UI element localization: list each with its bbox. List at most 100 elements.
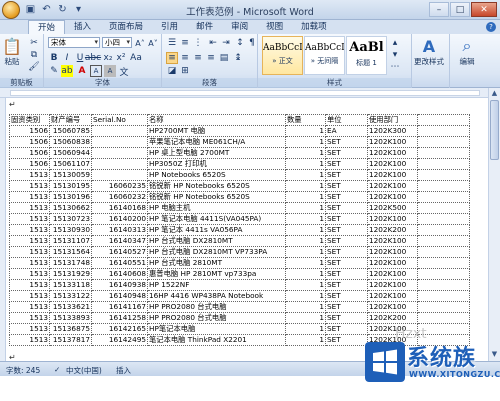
table-cell[interactable]: SET [325,290,368,302]
table-cell[interactable]: 笔记本电脑 ThinkPad X2201 [147,334,286,346]
table-cell[interactable]: 1 [285,147,326,159]
decrease-indent-icon[interactable]: ⇤ [207,37,219,49]
table-cell[interactable]: 1202K100 [367,213,418,225]
grow-font-icon[interactable]: A˄ [134,37,146,49]
horizontal-ruler[interactable] [0,88,500,98]
table-cell[interactable]: 苹果笔记本电脑 ME061CH/A [147,136,286,148]
table-cell[interactable]: SET [325,202,368,214]
table-cell-empty[interactable] [417,268,470,280]
table-cell-empty[interactable] [417,224,470,236]
copy-icon[interactable]: ⧉ [28,49,40,61]
tab-addins[interactable]: 加载项 [292,20,336,34]
table-cell[interactable]: 1 [285,290,326,302]
table-cell[interactable]: 1202K200 [367,224,418,236]
char-shading-icon[interactable]: A [104,65,116,77]
table-cell[interactable]: 15131929 [49,268,92,280]
table-cell[interactable]: 16140938 [91,279,148,291]
table-cell[interactable]: HP 桌上型电脑 2700MT [147,147,286,159]
table-cell[interactable]: 1202K100 [367,257,418,269]
table-cell-empty[interactable] [417,301,470,313]
table-cell[interactable]: 15133122 [49,290,92,302]
table-cell[interactable]: 1 [285,301,326,313]
insert-mode-indicator[interactable]: 插入 [116,365,131,376]
table-cell[interactable]: 1513 [9,246,50,258]
spelling-icon[interactable]: ✓ [54,365,60,374]
table-cell[interactable]: 16141167 [91,301,148,313]
table-cell[interactable] [91,136,148,148]
table-cell[interactable]: SET [325,323,368,335]
distribute-icon[interactable]: ▤ [218,52,230,64]
table-cell[interactable]: HP PRO2080 台式电脑 [147,312,286,324]
table-cell[interactable]: EA [325,125,368,137]
table-cell[interactable]: 1513 [9,279,50,291]
shrink-font-icon[interactable]: A˅ [147,37,159,49]
strikethrough-icon[interactable]: abc [85,52,101,64]
table-cell[interactable]: 15136875 [49,323,92,335]
table-cell[interactable]: 15130723 [49,213,92,225]
font-color-icon[interactable]: A [76,65,88,77]
shading-icon[interactable]: ◪ [166,65,178,77]
table-cell[interactable]: 15133118 [49,279,92,291]
table-cell[interactable]: 1202K100 [367,301,418,313]
format-painter-icon[interactable]: 🖌 [28,61,40,73]
superscript-icon[interactable]: x² [115,52,127,64]
table-cell[interactable]: 1513 [9,235,50,247]
italic-icon[interactable]: I [61,52,73,64]
asset-table[interactable]: 固资类别 财产编号 Serial.No 名称 数量 单位 使用部门 1506 15060785 H… [9,114,470,346]
style-normal[interactable]: AaBbCcI » 正文 [262,36,303,75]
table-cell[interactable]: 15060785 [49,125,92,137]
styles-more-icon[interactable]: ⋯ [389,61,401,73]
table-cell[interactable]: 15133893 [49,312,92,324]
table-cell[interactable]: 1 [285,268,326,280]
table-cell-empty[interactable] [417,202,470,214]
table-cell[interactable]: 1506 [9,125,50,137]
table-cell[interactable]: 1202K100 [367,180,418,192]
word-count[interactable]: 字数: 245 [6,365,40,376]
table-cell[interactable]: 15061107 [49,158,92,170]
table-cell[interactable]: HP 笔记本电脑 4411S(VA045PA) [147,213,286,225]
table-cell[interactable]: 16140527 [91,246,148,258]
table-cell[interactable]: 15131107 [49,235,92,247]
table-cell[interactable]: 15131564 [49,246,92,258]
table-cell[interactable]: SET [325,147,368,159]
table-cell[interactable]: HP3050Z 打印机 [147,158,286,170]
table-cell-empty[interactable] [417,312,470,324]
table-cell[interactable]: 16140551 [91,257,148,269]
table-cell[interactable]: 1 [285,136,326,148]
tab-view[interactable]: 视图 [257,20,292,34]
table-cell[interactable]: 1202K200 [367,312,418,324]
table-cell[interactable]: 1513 [9,301,50,313]
language-indicator[interactable]: 中文(中国) [66,365,102,376]
table-cell[interactable]: 1506 [9,158,50,170]
table-cell[interactable]: 1513 [9,312,50,324]
table-cell-empty[interactable] [417,235,470,247]
table-cell[interactable]: SET [325,191,368,203]
table-cell-empty[interactable] [417,279,470,291]
phonetic-icon[interactable]: 文 [118,65,130,78]
styles-scroll-up-icon[interactable]: ▴ [389,37,401,49]
table-cell[interactable]: 15130662 [49,202,92,214]
table-cell[interactable]: 15130195 [49,180,92,192]
table-cell[interactable]: 16060232 [91,191,148,203]
table-cell[interactable]: 1202K100 [367,147,418,159]
table-cell[interactable]: 16140347 [91,235,148,247]
table-cell[interactable]: 1506 [9,147,50,159]
scroll-up-icon[interactable]: ▲ [490,89,499,99]
table-cell[interactable]: 16140608 [91,268,148,280]
table-cell-empty[interactable] [417,191,470,203]
table-cell[interactable]: 1 [285,312,326,324]
table-cell[interactable]: 16140948 [91,290,148,302]
increase-indent-icon[interactable]: ⇥ [220,37,232,49]
table-cell[interactable]: 1513 [9,191,50,203]
table-cell[interactable] [91,158,148,170]
table-cell[interactable]: 15130196 [49,191,92,203]
numbering-icon[interactable]: ≡ [179,37,191,49]
table-cell[interactable]: 财产编号 [49,114,92,126]
table-cell[interactable]: HP PRO2080 台式电脑 [147,301,286,313]
document-page[interactable]: ↵ 固资类别 财产编号 Serial.No 名称 数量 单位 使用部门 1506 1506078… [7,98,481,361]
table-cell[interactable]: 16140200 [91,213,148,225]
table-cell[interactable]: 固资类别 [9,114,50,126]
table-cell[interactable]: SET [325,169,368,181]
table-cell[interactable]: 数量 [285,114,326,126]
table-cell[interactable]: HP 笔记本 4411s VA056PA [147,224,286,236]
